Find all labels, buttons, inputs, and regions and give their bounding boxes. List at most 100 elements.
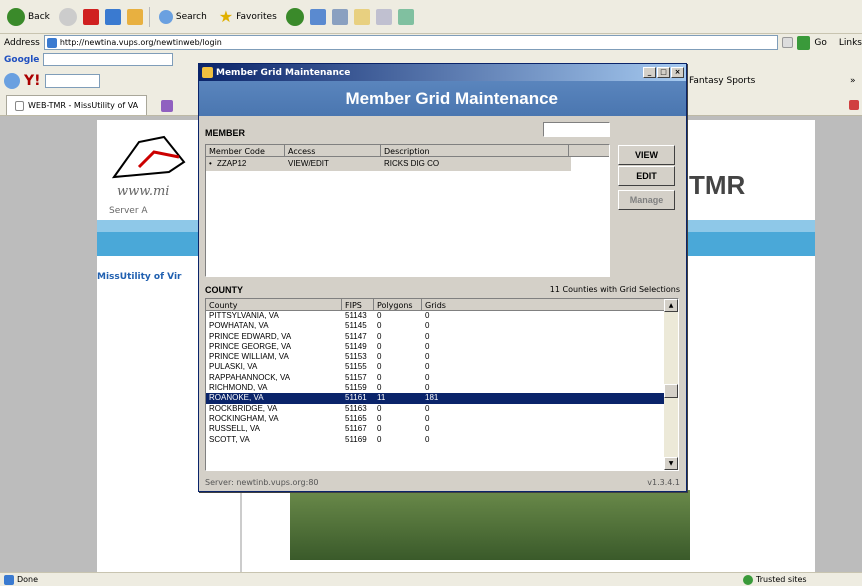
go-icon[interactable] (796, 35, 811, 50)
refresh-icon[interactable] (104, 8, 121, 25)
column-description[interactable]: Description (381, 145, 569, 157)
tmr-heading: TMR (689, 170, 746, 200)
county-cell-county: SCOTT, VA (209, 434, 250, 444)
stop-icon[interactable] (82, 8, 99, 25)
county-cell-polygons: 11 (377, 393, 386, 403)
research-icon[interactable] (375, 8, 392, 25)
county-cell-grids: 181 (425, 393, 439, 403)
county-section-label: COUNTY (205, 285, 243, 295)
county-cell-grids: 0 (425, 434, 430, 444)
county-row[interactable]: PRINCE GEORGE, VA 51149 0 0 (206, 342, 666, 352)
county-cell-county: ROCKINGHAM, VA (209, 413, 279, 423)
back-button[interactable]: Back (4, 5, 53, 29)
county-row[interactable]: PRINCE WILLIAM, VA 51153 0 0 (206, 352, 666, 362)
county-row[interactable]: PULASKI, VA 51155 0 0 (206, 362, 666, 372)
county-cell-county: PRINCE WILLIAM, VA (209, 352, 289, 362)
county-row[interactable]: ROCKBRIDGE, VA 51163 0 0 (206, 404, 666, 414)
county-cell-grids: 0 (425, 311, 430, 320)
manage-button[interactable]: Manage (618, 190, 675, 210)
back-arrow-icon (7, 7, 25, 26)
column-member-code[interactable]: Member Code (206, 145, 285, 157)
column-fips[interactable]: FIPS (342, 299, 374, 311)
county-row[interactable]: ROANOKE, VA 51161 11 181 (206, 393, 666, 404)
column-county[interactable]: County (206, 299, 342, 311)
google-logo[interactable]: Google (4, 55, 39, 65)
member-row[interactable]: • ZZAP12 VIEW/EDIT RICKS DIG CO (206, 157, 571, 171)
county-scrollbar[interactable]: ▲ ▼ (664, 299, 678, 470)
fantasy-sports-button[interactable]: Fantasy Sports (689, 76, 755, 86)
search-button[interactable]: Search (156, 5, 210, 29)
county-cell-grids: 0 (425, 403, 430, 413)
member-list: Member Code Access Description • ZZAP12 … (205, 144, 610, 277)
member-header: Member Code Access Description (206, 145, 609, 157)
more-chevron-icon[interactable]: » (850, 76, 856, 86)
county-cell-fips: 51167 (345, 424, 367, 434)
county-row[interactable]: POWHATAN, VA 51145 0 0 (206, 321, 666, 331)
virginia-logo (111, 135, 186, 179)
sidebar-link[interactable]: MissUtility of Vir (97, 272, 182, 282)
column-polygons[interactable]: Polygons (374, 299, 422, 311)
county-row[interactable]: RAPPAHANNOCK, VA 51157 0 0 (206, 373, 666, 383)
close-button[interactable]: × (671, 67, 684, 78)
column-access[interactable]: Access (285, 145, 381, 157)
county-summary: 11 Counties with Grid Selections (549, 285, 680, 294)
status-text: Done (17, 575, 39, 584)
dialog-banner: Member Grid Maintenance (199, 81, 686, 116)
scroll-down-arrow-icon[interactable]: ▼ (664, 457, 678, 470)
favorites-button[interactable]: ★ Favorites (216, 5, 280, 29)
view-button[interactable]: VIEW (618, 145, 675, 165)
forward-icon[interactable] (58, 7, 77, 26)
home-icon[interactable] (126, 8, 143, 25)
county-cell-county: RICHMOND, VA (209, 383, 268, 393)
minimize-button[interactable]: _ (643, 67, 656, 78)
tab-webtmr[interactable]: WEB-TMR - MissUtility of VA (6, 95, 148, 115)
dropdown-arrow-icon[interactable] (782, 37, 793, 48)
dialog-title: Member Grid Maintenance (216, 67, 351, 78)
yahoo-search-icon[interactable] (4, 73, 20, 89)
county-cell-fips: 51155 (345, 362, 367, 372)
address-bar: Address http://newtina.vups.org/newtinwe… (0, 34, 862, 51)
yahoo-search-input[interactable] (44, 74, 100, 88)
history-icon[interactable] (285, 7, 304, 26)
separator (148, 6, 150, 27)
county-cell-grids: 0 (425, 413, 430, 423)
county-cell-grids: 0 (425, 352, 430, 362)
print-icon[interactable] (331, 8, 348, 25)
version-label: v1.3.4.1 (647, 478, 680, 487)
county-cell-county: PRINCE GEORGE, VA (209, 341, 292, 351)
column-grids[interactable]: Grids (422, 299, 666, 311)
county-cell-polygons: 0 (377, 352, 382, 362)
dialog-titlebar[interactable]: Member Grid Maintenance _ □ × (199, 64, 686, 81)
county-cell-polygons: 0 (377, 341, 382, 351)
zone-indicator: Trusted sites (743, 574, 807, 585)
google-search-input[interactable] (43, 53, 174, 66)
new-tab-icon[interactable] (161, 100, 174, 112)
county-cell-county: PITTSYLVANIA, VA (209, 311, 279, 320)
county-row[interactable]: ROCKINGHAM, VA 51165 0 0 (206, 414, 666, 424)
county-row[interactable]: PITTSYLVANIA, VA 51143 0 0 (206, 311, 666, 321)
county-row[interactable]: RUSSELL, VA 51167 0 0 (206, 424, 666, 434)
check-icon (743, 574, 753, 585)
links-button[interactable]: Links (839, 38, 862, 48)
yahoo-logo[interactable]: Y! (24, 73, 41, 89)
mail-icon[interactable] (309, 8, 326, 25)
browser-toolbar: Back Search ★ Favorites (0, 0, 862, 34)
scroll-up-arrow-icon[interactable]: ▲ (664, 299, 678, 312)
status-bar: Done Trusted sites (0, 572, 862, 586)
grass-photo (290, 490, 690, 560)
county-row[interactable]: RICHMOND, VA 51159 0 0 (206, 383, 666, 393)
county-cell-grids: 0 (425, 362, 430, 372)
county-row[interactable]: PRINCE EDWARD, VA 51147 0 0 (206, 332, 666, 342)
close-tab-icon[interactable] (849, 100, 859, 110)
county-row[interactable]: SCOTT, VA 51169 0 0 (206, 435, 666, 445)
maximize-button[interactable]: □ (657, 67, 670, 78)
messenger-icon[interactable] (397, 8, 414, 25)
county-cell-fips: 51169 (345, 434, 367, 444)
edit-button[interactable]: EDIT (618, 166, 675, 186)
folder-icon[interactable] (353, 8, 370, 25)
county-cell-polygons: 0 (377, 424, 382, 434)
scroll-thumb[interactable] (664, 384, 678, 398)
member-search-input[interactable] (543, 122, 610, 137)
go-button[interactable]: Go (814, 38, 826, 48)
url-input[interactable]: http://newtina.vups.org/newtinweb/login (43, 35, 779, 50)
